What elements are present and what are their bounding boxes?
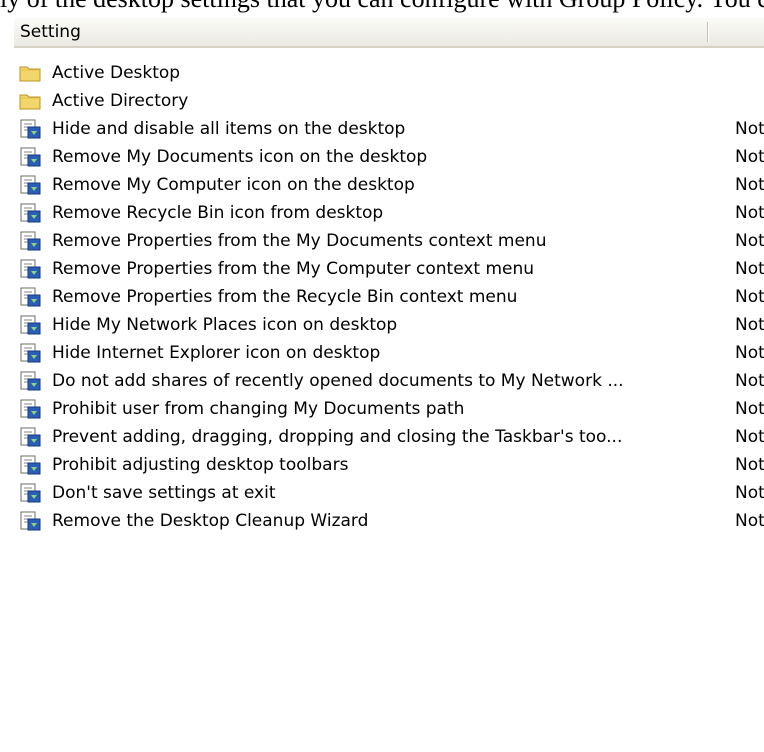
list-item-label: Active Desktop [52,63,181,83]
policy-setting-icon [19,342,43,364]
list-item-label: Hide My Network Places icon on desktop [52,315,398,335]
setting-state: Not configured [735,147,764,167]
list-item-setting[interactable]: Remove Properties from the Recycle Bin c… [0,283,764,311]
list-item-label: Remove My Computer icon on the desktop [52,175,415,195]
list-item-setting[interactable]: Remove My Computer icon on the desktop N… [0,171,764,199]
list-item-setting[interactable]: Prevent adding, dragging, dropping and c… [0,423,764,451]
list-item-setting[interactable]: Remove My Documents icon on the desktop … [0,143,764,171]
setting-state: Not configured [735,231,764,251]
list-item-setting[interactable]: Remove Properties from the My Computer c… [0,255,764,283]
list-item-label: Do not add shares of recently opened doc… [52,371,624,391]
policy-setting-icon [19,510,43,532]
column-header-setting[interactable]: Setting [14,18,707,46]
list-header: Setting [14,18,764,48]
setting-state: Not configured [735,455,764,475]
list-item-folder[interactable]: Active Directory [0,87,764,115]
setting-state: Not configured [735,427,764,447]
list-item-setting[interactable]: Do not add shares of recently opened doc… [0,367,764,395]
setting-state: Not configured [735,203,764,223]
policy-setting-icon [19,370,43,392]
folder-icon [19,90,43,112]
policy-setting-icon [19,314,43,336]
list-item-setting[interactable]: Hide Internet Explorer icon on desktop N… [0,339,764,367]
setting-state: Not configured [735,175,764,195]
list-item-label: Hide Internet Explorer icon on desktop [52,343,381,363]
list-item-setting[interactable]: Remove Recycle Bin icon from desktop Not… [0,199,764,227]
setting-state: Not configured [735,119,764,139]
column-header-state[interactable] [710,18,764,46]
setting-state: Not configured [735,315,764,335]
policy-setting-icon [19,202,43,224]
list-rows: Active Desktop Active Directory Hide and… [0,59,764,535]
policy-setting-icon [19,146,43,168]
list-item-setting[interactable]: Prohibit user from changing My Documents… [0,395,764,423]
setting-state: Not configured [735,371,764,391]
policy-setting-icon [19,398,43,420]
column-divider[interactable] [707,22,708,42]
policy-setting-icon [19,118,43,140]
list-item-label: Prohibit user from changing My Documents… [52,399,465,419]
policy-setting-icon [19,454,43,476]
list-item-label: Prevent adding, dragging, dropping and c… [52,427,623,447]
list-item-label: Remove Properties from the My Documents … [52,231,547,251]
settings-list-view[interactable]: Setting Active Desktop Active Directory [0,18,764,752]
setting-state: Not configured [735,343,764,363]
policy-setting-icon [19,286,43,308]
list-item-setting[interactable]: Hide My Network Places icon on desktop N… [0,311,764,339]
policy-setting-icon [19,426,43,448]
list-item-setting[interactable]: Prohibit adjusting desktop toolbars Not … [0,451,764,479]
list-item-label: Active Directory [52,91,189,111]
document-caption-text: ly of the desktop settings that you can … [0,0,764,18]
list-item-label: Remove the Desktop Cleanup Wizard [52,511,369,531]
setting-state: Not configured [735,399,764,419]
policy-setting-icon [19,258,43,280]
list-item-label: Remove Properties from the My Computer c… [52,259,535,279]
setting-state: Not configured [735,259,764,279]
policy-setting-icon [19,482,43,504]
list-item-setting[interactable]: Hide and disable all items on the deskto… [0,115,764,143]
policy-setting-icon [19,230,43,252]
list-item-setting[interactable]: Don't save settings at exit Not configur… [0,479,764,507]
policy-setting-icon [19,174,43,196]
list-item-setting[interactable]: Remove Properties from the My Documents … [0,227,764,255]
list-item-setting[interactable]: Remove the Desktop Cleanup Wizard Not co… [0,507,764,535]
list-item-label: Remove Properties from the Recycle Bin c… [52,287,518,307]
list-item-label: Don't save settings at exit [52,483,276,503]
list-item-label: Remove My Documents icon on the desktop [52,147,428,167]
setting-state: Not configured [735,511,764,531]
setting-state: Not configured [735,483,764,503]
list-item-label: Hide and disable all items on the deskto… [52,119,406,139]
list-item-label: Prohibit adjusting desktop toolbars [52,455,349,475]
list-item-folder[interactable]: Active Desktop [0,59,764,87]
setting-state: Not configured [735,287,764,307]
folder-icon [19,62,43,84]
list-item-label: Remove Recycle Bin icon from desktop [52,203,384,223]
